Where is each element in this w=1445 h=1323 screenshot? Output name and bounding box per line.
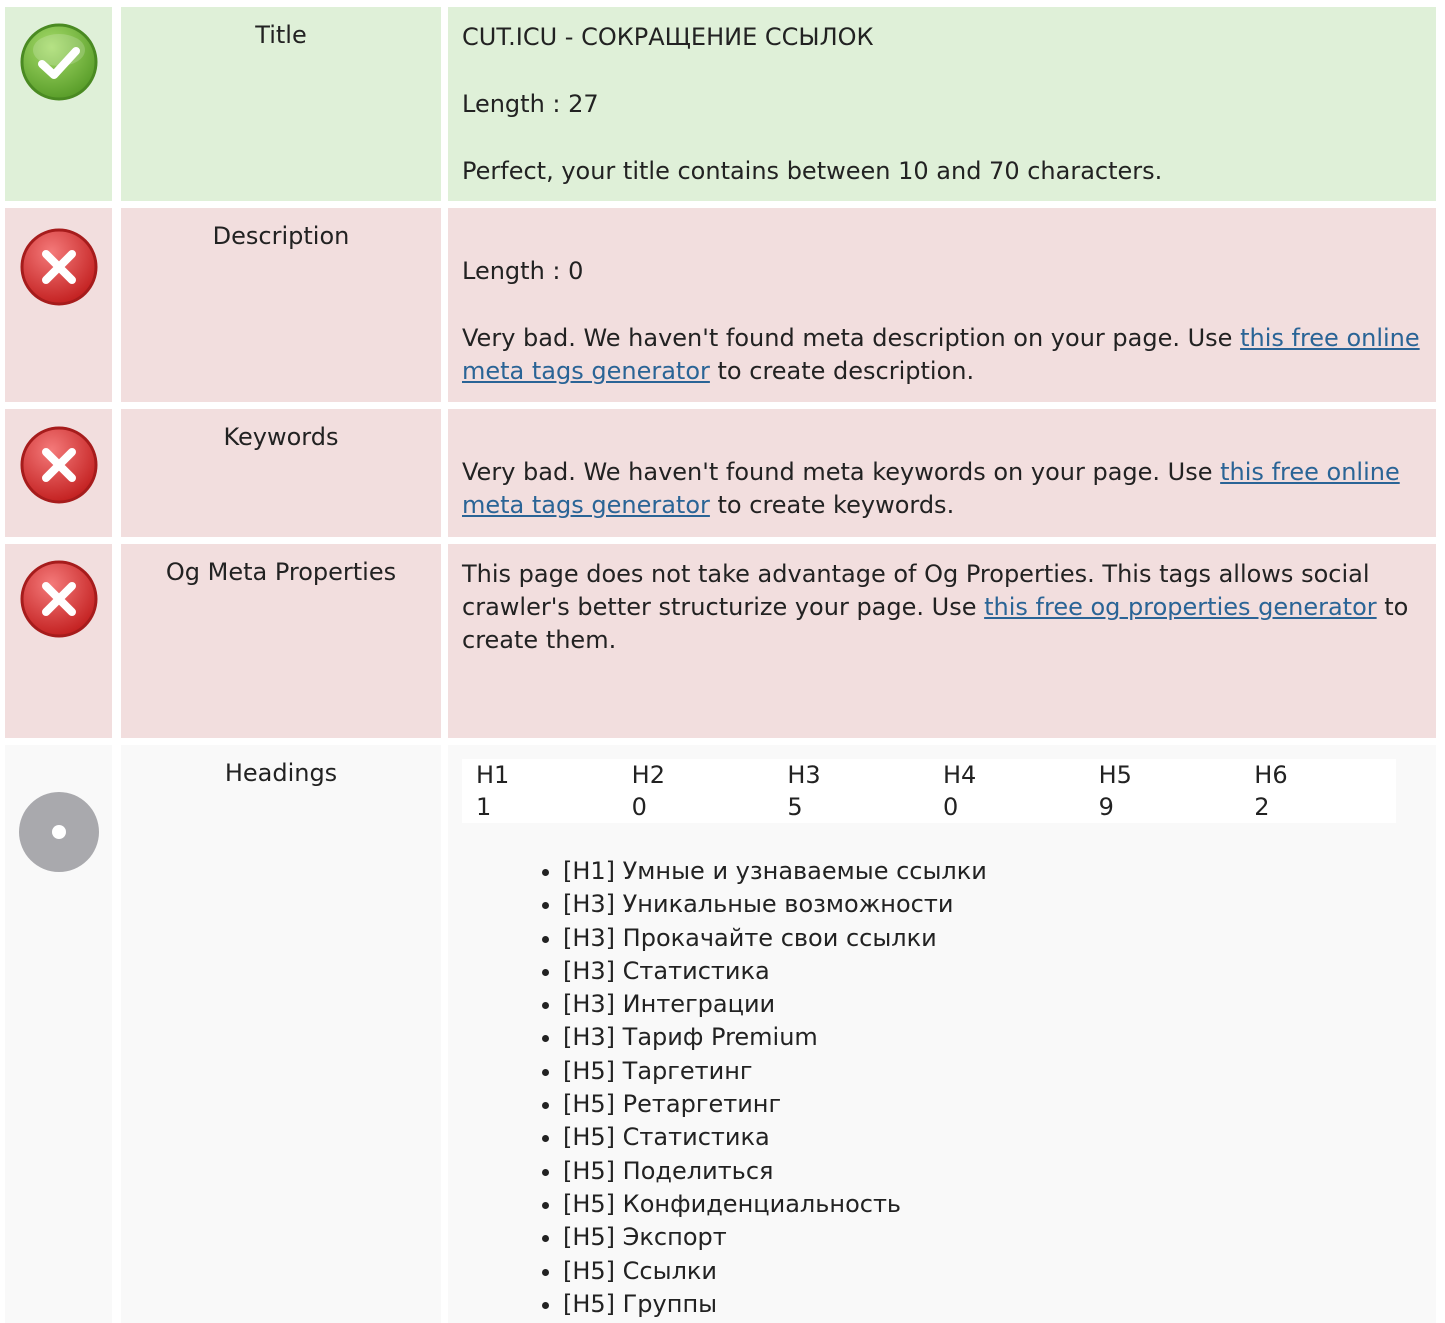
- table-header-cell: H5: [1098, 761, 1132, 789]
- row-content-cell: CUT.ICU - СОКРАЩЕНИЕ ССЫЛОК Length : 27 …: [448, 7, 1436, 201]
- description-length: Length : 0: [462, 257, 584, 285]
- row-content-cell: H1 H2 H3 H4 H5 H6 1 0 5 0 9 2 [H1] Умные: [448, 745, 1436, 1323]
- list-item: [H5] Ссылки: [563, 1255, 1436, 1288]
- list-item: [H5] Таргетинг: [563, 1055, 1436, 1088]
- list-item: [H3] Уникальные возможности: [563, 888, 1436, 921]
- og-message: This page does not take advantage of Og …: [462, 560, 1409, 654]
- row-label-cell: Og Meta Properties: [121, 544, 441, 738]
- table-header-row: H1 H2 H3 H4 H5 H6: [462, 759, 1396, 791]
- row-description: Description Length : 0 Very bad. We have…: [0, 208, 1445, 402]
- table-cell: 0: [631, 793, 647, 821]
- row-label-cell: Heading​s: [121, 745, 441, 1323]
- row-og-properties: Og Meta Properties This page does not ta…: [0, 544, 1445, 738]
- table-cell: 9: [1098, 793, 1114, 821]
- list-item: [H1] Умные и узнаваемые ссылки: [563, 855, 1436, 888]
- row-title: Title CUT.ICU - СОКРАЩЕНИЕ ССЫЛОК Length…: [0, 7, 1445, 201]
- row-label: Title: [255, 21, 307, 49]
- row-label-cell: Title: [121, 7, 441, 201]
- row-content-cell: Length : 0 Very bad. We haven't found me…: [448, 208, 1436, 402]
- table-header-cell: H6: [1254, 761, 1288, 789]
- status-cell: [5, 544, 112, 738]
- error-x-circle-icon: [20, 426, 98, 504]
- list-item: [H5] Ретаргетинг: [563, 1088, 1436, 1121]
- table-header-cell: H3: [787, 761, 821, 789]
- title-length: Length : 27: [462, 90, 599, 118]
- row-label: Heading​s: [224, 759, 338, 787]
- status-cell: [5, 7, 112, 201]
- title-value: CUT.ICU - СОКРАЩЕНИЕ ССЫЛОК: [462, 23, 874, 51]
- list-item: [H5] Статистика: [563, 1121, 1436, 1154]
- list-item: [H3] Тариф Premium: [563, 1021, 1436, 1054]
- table-header-cell: H1: [476, 761, 510, 789]
- row-keywords: Keywords Very bad. We haven't found meta…: [0, 409, 1445, 537]
- check-circle-icon: [20, 23, 98, 101]
- status-cell: [5, 208, 112, 402]
- description-message: Very bad. We haven't found meta descript…: [462, 324, 1420, 385]
- row-label: Description: [212, 222, 350, 250]
- table-cell: 2: [1254, 793, 1270, 821]
- list-item: [H3] Прокачайте свои ссылки: [563, 922, 1436, 955]
- table-cell: 1: [476, 793, 492, 821]
- list-item: [H5] Поделиться: [563, 1155, 1436, 1188]
- row-label: Og Meta Properties: [165, 558, 397, 586]
- og-properties-generator-link[interactable]: this free og properties generator: [984, 593, 1377, 621]
- headings-count-table: H1 H2 H3 H4 H5 H6 1 0 5 0 9 2: [462, 759, 1396, 823]
- table-header-cell: H2: [631, 761, 665, 789]
- row-headings: Heading​s H1 H2 H3 H4 H5 H6 1 0 5 0 9: [0, 745, 1445, 1323]
- table-header-cell: H4: [942, 761, 977, 789]
- table-cell: 5: [787, 793, 803, 821]
- list-item: [H5] Группы: [563, 1288, 1436, 1321]
- error-x-circle-icon: [20, 560, 98, 638]
- table-row: 1 0 5 0 9 2: [462, 791, 1396, 823]
- headings-list: [H1] Умные и узнаваемые ссылки [H3] Уник…: [448, 855, 1436, 1321]
- list-item: [H5] Экспорт: [563, 1221, 1436, 1254]
- neutral-dot-circle-icon: [19, 792, 99, 872]
- status-cell: [5, 745, 112, 1323]
- error-x-circle-icon: [20, 228, 98, 306]
- row-label-cell: Description: [121, 208, 441, 402]
- row-label-cell: Keywords: [121, 409, 441, 537]
- table-cell: 0: [942, 793, 959, 821]
- status-cell: [5, 409, 112, 537]
- keywords-message: Very bad. We haven't found meta keywords…: [462, 458, 1400, 519]
- title-message: Perfect, your title contains between 10 …: [462, 157, 1163, 185]
- row-content-cell: Very bad. We haven't found meta keywords…: [448, 409, 1436, 537]
- list-item: [H3] Интеграции: [563, 988, 1436, 1021]
- list-item: [H5] Конфиденциальность: [563, 1188, 1436, 1221]
- list-item: [H3] Статистика: [563, 955, 1436, 988]
- row-content-cell: This page does not take advantage of Og …: [448, 544, 1436, 738]
- row-label: Keywords: [223, 423, 339, 451]
